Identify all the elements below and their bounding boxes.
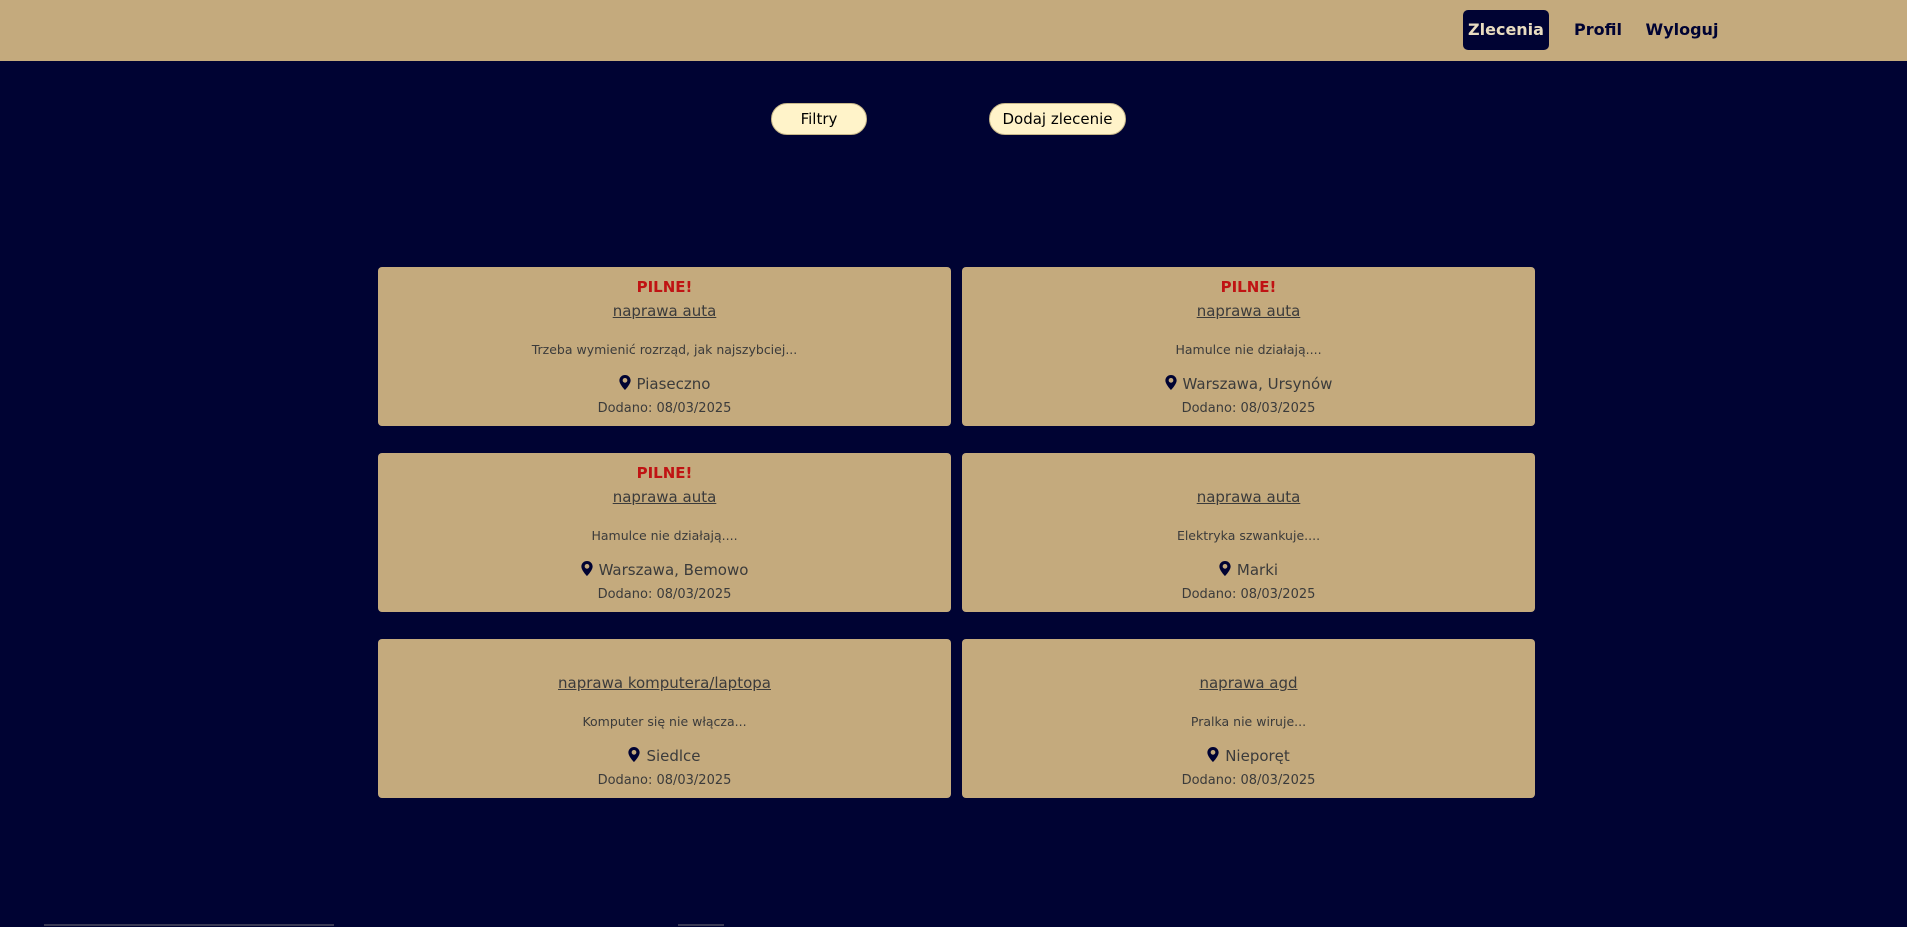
- order-date: Dodano: 08/03/2025: [597, 401, 732, 416]
- order-location: Nieporęt: [962, 747, 1535, 765]
- order-card[interactable]: PILNE! naprawa auta Hamulce nie działają…: [962, 267, 1535, 426]
- scrollbar-thumb[interactable]: [44, 924, 334, 926]
- location-pin-icon: [1164, 375, 1177, 390]
- order-date: Dodano: 08/03/2025: [1181, 401, 1316, 416]
- top-navbar: Zlecenia Profil Wyloguj: [0, 0, 1907, 61]
- order-title-link[interactable]: naprawa agd: [962, 674, 1535, 692]
- location-label: Marki: [1236, 561, 1279, 579]
- order-location: Warszawa, Bemowo: [378, 561, 951, 579]
- scrollbar-thumb[interactable]: [678, 924, 724, 926]
- nav-item-zlecenia[interactable]: Zlecenia: [1463, 10, 1549, 50]
- location-pin-icon: [618, 375, 631, 390]
- add-order-button[interactable]: Dodaj zlecenie: [989, 103, 1126, 135]
- order-location: Marki: [962, 561, 1535, 579]
- order-title-link[interactable]: naprawa auta: [378, 488, 951, 506]
- order-title-link[interactable]: naprawa auta: [962, 302, 1535, 320]
- order-description: Trzeba wymienić rozrząd, jak najszybciej…: [531, 342, 798, 357]
- order-title-link[interactable]: naprawa auta: [962, 488, 1535, 506]
- location-pin-icon: [628, 747, 641, 762]
- order-card[interactable]: PILNE! naprawa auta Trzeba wymienić rozr…: [378, 267, 951, 426]
- order-date: Dodano: 08/03/2025: [1181, 587, 1316, 602]
- order-location: Piaseczno: [378, 375, 951, 393]
- location-label: Piaseczno: [636, 375, 711, 393]
- order-description: Hamulce nie działają....: [591, 528, 738, 543]
- order-date: Dodano: 08/03/2025: [597, 773, 732, 788]
- location-pin-icon: [1219, 561, 1231, 576]
- order-date: Dodano: 08/03/2025: [597, 587, 732, 602]
- order-card[interactable]: naprawa agd Pralka nie wiruje... Nieporę…: [962, 639, 1535, 798]
- order-title-link[interactable]: naprawa auta: [378, 302, 951, 320]
- nav-item-profil[interactable]: Profil: [1566, 10, 1630, 50]
- order-title-link[interactable]: naprawa komputera/laptopa: [378, 674, 951, 692]
- order-card[interactable]: naprawa komputera/laptopa Komputer się n…: [378, 639, 951, 798]
- order-date: Dodano: 08/03/2025: [1181, 773, 1316, 788]
- location-label: Warszawa, Ursynów: [1182, 375, 1333, 393]
- order-location: Siedlce: [378, 747, 951, 765]
- urgent-badge: PILNE!: [636, 464, 693, 482]
- order-card[interactable]: PILNE! naprawa auta Hamulce nie działają…: [378, 453, 951, 612]
- order-description: Komputer się nie włącza...: [582, 714, 747, 729]
- order-card[interactable]: naprawa auta Elektryka szwankuje.... Mar…: [962, 453, 1535, 612]
- urgent-badge: PILNE!: [1220, 278, 1277, 296]
- order-description: Elektryka szwankuje....: [1176, 528, 1321, 543]
- location-pin-icon: [1207, 747, 1219, 762]
- location-label: Nieporęt: [1225, 747, 1290, 765]
- order-location: Warszawa, Ursynów: [962, 375, 1535, 393]
- location-pin-icon: [580, 561, 593, 576]
- location-label: Siedlce: [646, 747, 701, 765]
- order-description: Pralka nie wiruje...: [1190, 714, 1307, 729]
- location-label: Warszawa, Bemowo: [598, 561, 749, 579]
- order-description: Hamulce nie działają....: [1175, 342, 1322, 357]
- urgent-badge: PILNE!: [636, 278, 693, 296]
- nav-item-wyloguj[interactable]: Wyloguj: [1644, 10, 1720, 50]
- filters-button[interactable]: Filtry: [771, 103, 867, 135]
